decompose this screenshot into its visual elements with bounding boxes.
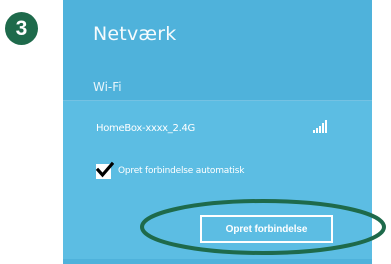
auto-connect-label: Opret forbindelse automatisk [118, 166, 245, 176]
step-number-badge: 3 [5, 12, 38, 45]
auto-connect-checkbox[interactable] [96, 161, 114, 179]
connect-button[interactable]: Opret forbindelse [200, 215, 333, 243]
panel-bottom-edge [63, 259, 372, 264]
auto-connect-row[interactable]: Opret forbindelse automatisk [96, 161, 245, 179]
instruction-screenshot: 3 Netværk Wi-Fi HomeBox-xxxx_2.4G Opret [0, 0, 391, 264]
wifi-signal-icon [313, 120, 327, 133]
network-name: HomeBox-xxxx_2.4G [96, 123, 195, 134]
network-charm-panel: Netværk Wi-Fi HomeBox-xxxx_2.4G Opret fo… [63, 0, 372, 264]
network-list-item[interactable]: HomeBox-xxxx_2.4G Opret forbindelse auto… [63, 101, 372, 261]
panel-title: Netværk [93, 23, 177, 45]
wifi-section-header: Wi-Fi [93, 80, 122, 94]
checkmark-icon [96, 161, 114, 177]
